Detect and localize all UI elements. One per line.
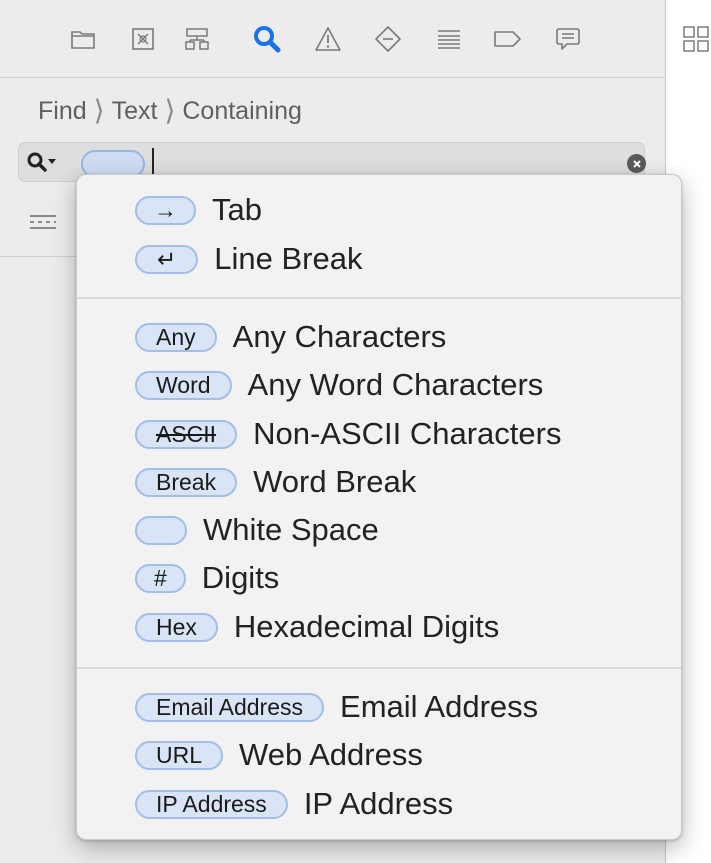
- ip-token: IP Address: [135, 789, 288, 819]
- breadcrumb-separator-icon: ⟩: [93, 95, 105, 126]
- breadcrumb: Find ⟩ Text ⟩ Containing: [38, 95, 302, 127]
- breadcrumb-item-containing[interactable]: Containing: [182, 97, 302, 126]
- menu-item-non-ascii-characters[interactable]: ASCII Non-ASCII Characters: [135, 412, 561, 456]
- menu-item-tab[interactable]: → Tab: [135, 188, 262, 232]
- menu-item-label: IP Address: [303, 786, 454, 821]
- warning-icon[interactable]: [313, 24, 343, 54]
- menu-item-word-break[interactable]: Break Word Break: [135, 460, 416, 504]
- menu-item-label: White Space: [203, 512, 379, 547]
- grid-icon[interactable]: [681, 24, 711, 54]
- list-icon[interactable]: [434, 24, 464, 54]
- breadcrumb-separator-icon: ⟩: [164, 95, 176, 126]
- breakpoint-icon[interactable]: [493, 24, 523, 54]
- menu-item-ip-address[interactable]: IP Address IP Address: [135, 782, 453, 826]
- source-control-icon[interactable]: [128, 24, 158, 54]
- breadcrumb-item-find[interactable]: Find: [38, 97, 87, 126]
- menu-item-label: Web Address: [239, 737, 423, 772]
- menu-item-label: Line Break: [214, 241, 363, 276]
- menu-item-label: Any Characters: [232, 319, 447, 354]
- hex-token: Hex: [135, 612, 218, 642]
- search-options-icon[interactable]: [26, 151, 62, 175]
- menu-item-web-address[interactable]: URL Web Address: [135, 733, 423, 777]
- breadcrumb-item-text[interactable]: Text: [112, 97, 158, 126]
- email-token: Email Address: [135, 692, 325, 722]
- search-icon[interactable]: [252, 24, 282, 54]
- non-ascii-token: ASCII: [135, 419, 238, 449]
- hierarchy-icon[interactable]: [182, 24, 212, 54]
- break-token: Break: [135, 467, 238, 497]
- test-diamond-icon[interactable]: [373, 24, 403, 54]
- menu-item-label: Any Word Characters: [247, 367, 544, 402]
- white-space-token: [135, 515, 187, 545]
- menu-item-label: Non-ASCII Characters: [253, 416, 562, 451]
- filter-icon[interactable]: [28, 214, 58, 230]
- menu-item-label: Digits: [201, 560, 280, 595]
- folder-icon[interactable]: [68, 24, 98, 54]
- digits-token: #: [135, 563, 186, 593]
- menu-item-label: Email Address: [340, 689, 539, 724]
- menu-item-label: Hexadecimal Digits: [233, 609, 500, 644]
- comment-icon[interactable]: [553, 24, 583, 54]
- non-ascii-token-text: ASCII: [156, 420, 217, 447]
- insert-pattern-menu: → Tab ↵ Line Break Any Any Characters Wo…: [76, 174, 682, 840]
- word-token: Word: [135, 370, 232, 400]
- line-break-token: ↵: [135, 244, 199, 274]
- navigator-toolbar: [0, 0, 666, 78]
- menu-separator: [77, 667, 681, 669]
- menu-item-any-word-characters[interactable]: Word Any Word Characters: [135, 363, 543, 407]
- menu-item-digits[interactable]: # Digits: [135, 556, 279, 600]
- menu-item-label: Tab: [212, 192, 262, 227]
- menu-item-email-address[interactable]: Email Address Email Address: [135, 685, 538, 729]
- menu-item-white-space[interactable]: White Space: [135, 508, 379, 552]
- any-token: Any: [135, 322, 217, 352]
- clear-icon[interactable]: [627, 154, 646, 173]
- menu-item-label: Word Break: [253, 464, 417, 499]
- menu-item-line-break[interactable]: ↵ Line Break: [135, 237, 363, 281]
- url-token: URL: [135, 740, 224, 770]
- menu-item-hexadecimal-digits[interactable]: Hex Hexadecimal Digits: [135, 605, 499, 649]
- menu-separator: [77, 297, 681, 299]
- menu-item-any-characters[interactable]: Any Any Characters: [135, 315, 446, 359]
- tab-token: →: [135, 195, 196, 225]
